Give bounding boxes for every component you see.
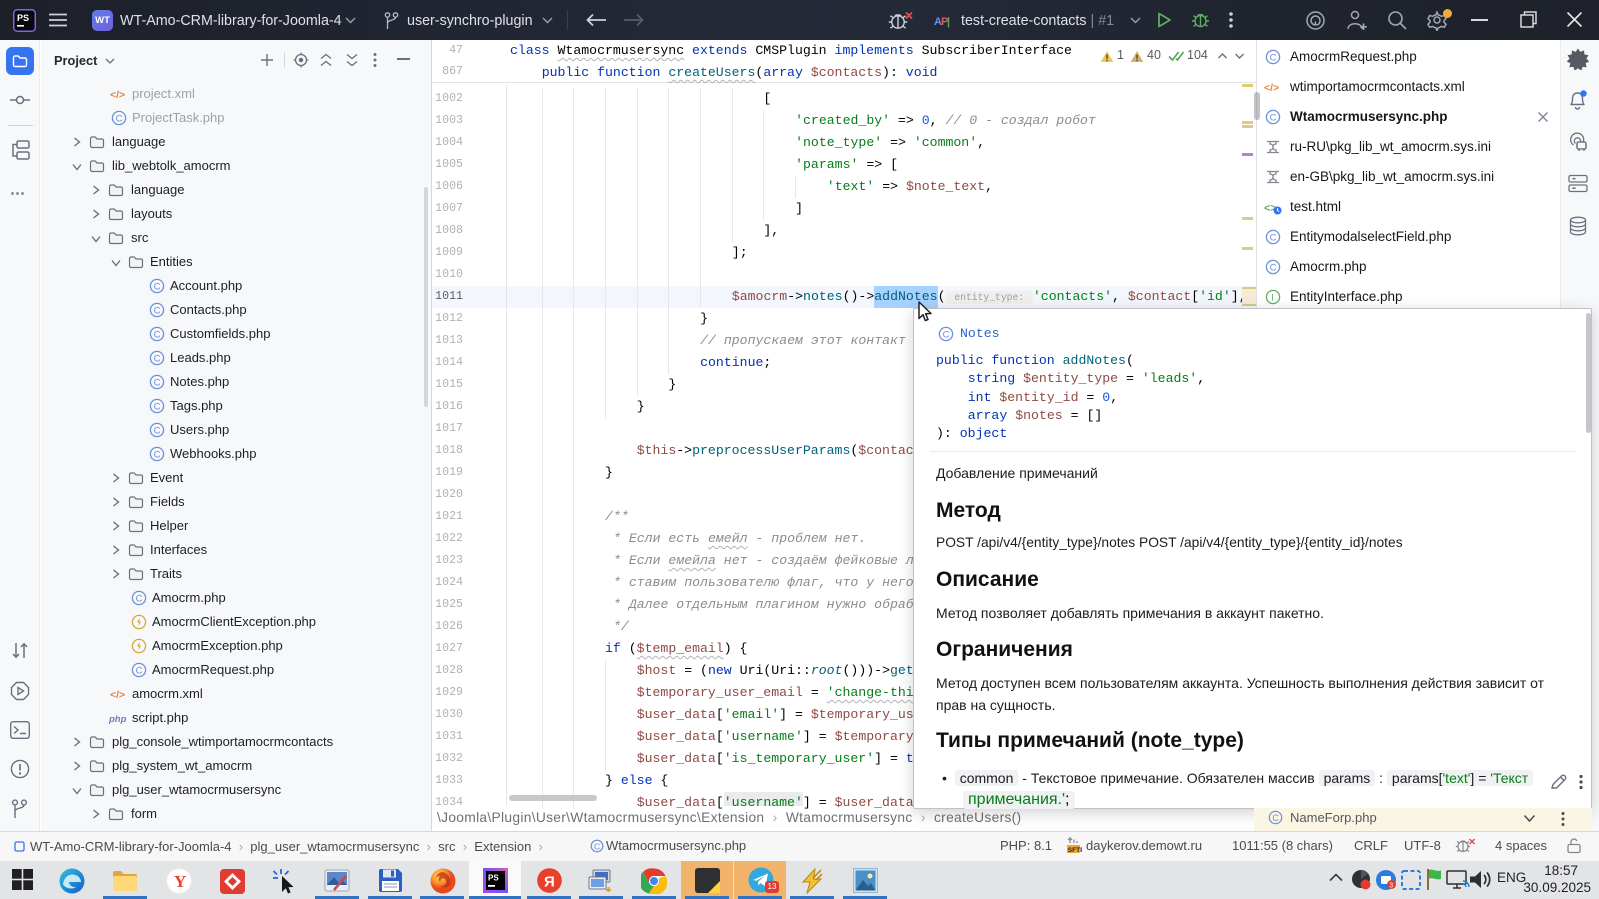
svg-text:C: C — [136, 593, 143, 604]
svg-text:C: C — [943, 329, 950, 340]
svg-text:I: I — [1271, 292, 1274, 303]
svg-text:</>: </> — [110, 689, 125, 701]
svg-text:C: C — [1270, 52, 1277, 63]
svg-text:</>: </> — [1264, 82, 1279, 94]
svg-text:C: C — [1270, 232, 1277, 243]
svg-text:Я: Я — [544, 874, 555, 891]
svg-text:C: C — [154, 377, 161, 388]
svg-text:Y: Y — [174, 872, 186, 891]
svg-text:C: C — [1272, 813, 1279, 823]
svg-text:C: C — [594, 841, 600, 851]
svg-text:C: C — [154, 401, 161, 412]
svg-text:C: C — [1270, 262, 1277, 273]
svg-text:PS: PS — [17, 13, 29, 23]
svg-text:C: C — [154, 425, 161, 436]
svg-text:C: C — [136, 665, 143, 676]
svg-text:C: C — [154, 329, 161, 340]
svg-text:C: C — [1270, 112, 1277, 123]
svg-text:C: C — [154, 353, 161, 364]
svg-text:PS: PS — [488, 874, 499, 883]
svg-text:C: C — [116, 113, 123, 124]
svg-text:C: C — [154, 281, 161, 292]
svg-text:3: 3 — [1389, 883, 1393, 890]
svg-text:SFTP: SFTP — [1068, 847, 1082, 854]
svg-text:C: C — [154, 449, 161, 460]
svg-text:</>: </> — [110, 89, 125, 101]
svg-text:C: C — [154, 305, 161, 316]
svg-text:|: | — [947, 16, 950, 28]
svg-text:php: php — [109, 714, 127, 725]
